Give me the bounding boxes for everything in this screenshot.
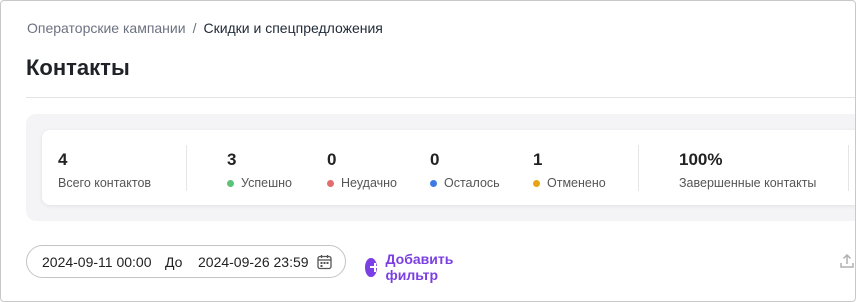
stat-total-value: 4 xyxy=(58,150,68,169)
success-dot-icon xyxy=(227,179,234,187)
stat-success: 3 Успешно xyxy=(227,150,292,191)
stat-failed-label: Неудачно xyxy=(341,176,398,190)
remaining-dot-icon xyxy=(430,179,437,187)
page-title: Контакты xyxy=(26,55,130,80)
app-window: Операторские кампании / Скидки и спецпредл… xyxy=(0,0,856,302)
stat-remaining-label: Осталось xyxy=(444,176,500,190)
stat-cancelled-label: Отменено xyxy=(547,176,606,190)
stats-card: 4 Всего контактов 3 Успешно 0 Неудачно 0… xyxy=(42,130,855,205)
stat-success-value: 3 xyxy=(227,150,237,169)
stats-divider xyxy=(848,145,849,191)
add-filter-button[interactable]: Добавить фильтр xyxy=(365,251,461,283)
stat-failed: 0 Неудачно xyxy=(327,150,397,191)
add-filter-label: Добавить фильтр xyxy=(385,251,454,283)
stats-divider xyxy=(638,145,639,191)
stats-panel: 4 Всего контактов 3 Успешно 0 Неудачно 0… xyxy=(26,114,855,221)
stat-completed-value: 100% xyxy=(679,150,723,169)
plus-circle-icon xyxy=(365,257,379,277)
stat-success-label: Успешно xyxy=(241,176,292,190)
breadcrumb: Операторские кампании / Скидки и спецпредл… xyxy=(27,19,383,37)
stat-failed-value: 0 xyxy=(327,150,337,169)
stat-cancelled: 1 Отменено xyxy=(533,150,606,191)
upload-icon[interactable] xyxy=(839,253,855,269)
stat-completed-label: Завершенные контакты xyxy=(679,176,817,190)
stats-divider xyxy=(186,145,187,191)
date-from-value[interactable]: 2024-09-11 00:00 xyxy=(42,254,152,270)
date-to-label: До xyxy=(165,254,183,270)
stat-cancelled-value: 1 xyxy=(533,150,543,169)
breadcrumb-current: Скидки и спецпредложения xyxy=(203,20,383,36)
cancelled-dot-icon xyxy=(533,179,540,187)
date-range-picker[interactable]: 2024-09-11 00:00 До 2024-09-26 23:59 xyxy=(26,245,346,278)
stat-total-label: Всего контактов xyxy=(58,176,152,190)
header-divider xyxy=(26,97,855,98)
stat-remaining: 0 Осталось xyxy=(430,150,500,191)
breadcrumb-link-campaigns[interactable]: Операторские кампании xyxy=(27,20,186,36)
stat-completed: 100% Завершенные контакты xyxy=(679,150,816,191)
breadcrumb-separator: / xyxy=(192,20,197,36)
calendar-icon[interactable] xyxy=(317,254,332,270)
failed-dot-icon xyxy=(327,179,334,187)
stat-total: 4 Всего контактов xyxy=(58,150,151,191)
date-to-value[interactable]: 2024-09-26 23:59 xyxy=(198,254,309,270)
stat-remaining-value: 0 xyxy=(430,150,440,169)
